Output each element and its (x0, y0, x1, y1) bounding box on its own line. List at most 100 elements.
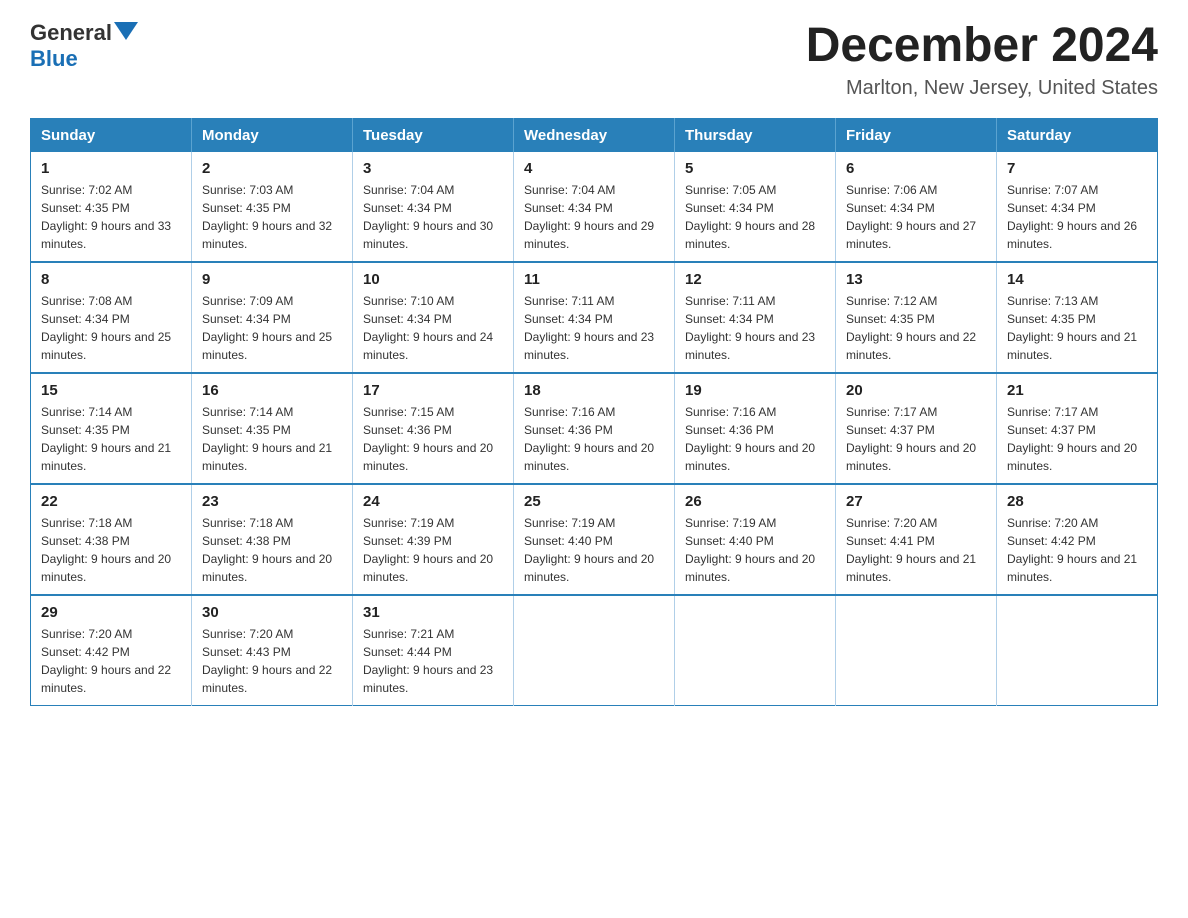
day-info: Sunrise: 7:02 AMSunset: 4:35 PMDaylight:… (41, 181, 181, 253)
weekday-header-row: SundayMondayTuesdayWednesdayThursdayFrid… (31, 118, 1158, 152)
day-number: 26 (685, 493, 825, 510)
day-info: Sunrise: 7:04 AMSunset: 4:34 PMDaylight:… (524, 181, 664, 253)
calendar-cell: 23Sunrise: 7:18 AMSunset: 4:38 PMDayligh… (192, 484, 353, 595)
day-info: Sunrise: 7:10 AMSunset: 4:34 PMDaylight:… (363, 292, 503, 364)
weekday-header-friday: Friday (836, 118, 997, 152)
page-header: General Blue December 2024 Marlton, New … (30, 20, 1158, 100)
day-info: Sunrise: 7:14 AMSunset: 4:35 PMDaylight:… (41, 403, 181, 475)
day-number: 27 (846, 493, 986, 510)
weekday-header-tuesday: Tuesday (353, 118, 514, 152)
calendar-cell: 31 Sunrise: 7:21 AMSunset: 4:44 PMDayligh… (353, 595, 514, 706)
day-info: Sunrise: 7:11 AMSunset: 4:34 PMDaylight:… (685, 292, 825, 364)
calendar-cell: 3 Sunrise: 7:04 AMSunset: 4:34 PMDaylight… (353, 152, 514, 262)
calendar-cell: 8Sunrise: 7:08 AMSunset: 4:34 PMDaylight… (31, 262, 192, 373)
calendar-cell: 2 Sunrise: 7:03 AMSunset: 4:35 PMDaylight… (192, 152, 353, 262)
day-info: Sunrise: 7:19 AMSunset: 4:40 PMDaylight:… (685, 514, 825, 586)
day-info: Sunrise: 7:11 AMSunset: 4:34 PMDaylight:… (524, 292, 664, 364)
day-number: 20 (846, 382, 986, 399)
day-number: 13 (846, 271, 986, 288)
day-number: 10 (363, 271, 503, 288)
logo-triangle-icon (114, 22, 138, 40)
day-number: 17 (363, 382, 503, 399)
calendar-table: SundayMondayTuesdayWednesdayThursdayFrid… (30, 118, 1158, 706)
day-info: Sunrise: 7:20 AMSunset: 4:41 PMDaylight:… (846, 514, 986, 586)
calendar-cell: 17Sunrise: 7:15 AMSunset: 4:36 PMDayligh… (353, 373, 514, 484)
day-info: Sunrise: 7:04 AMSunset: 4:34 PMDaylight:… (363, 181, 503, 253)
calendar-cell (675, 595, 836, 706)
weekday-header-thursday: Thursday (675, 118, 836, 152)
calendar-week-row: 8Sunrise: 7:08 AMSunset: 4:34 PMDaylight… (31, 262, 1158, 373)
calendar-cell: 7Sunrise: 7:07 AMSunset: 4:34 PMDaylight… (997, 152, 1158, 262)
calendar-cell: 9Sunrise: 7:09 AMSunset: 4:34 PMDaylight… (192, 262, 353, 373)
calendar-cell (997, 595, 1158, 706)
day-info: Sunrise: 7:20 AMSunset: 4:42 PMDaylight:… (41, 625, 181, 697)
day-number: 12 (685, 271, 825, 288)
day-number: 14 (1007, 271, 1147, 288)
day-number: 24 (363, 493, 503, 510)
calendar-cell: 4Sunrise: 7:04 AMSunset: 4:34 PMDaylight… (514, 152, 675, 262)
calendar-week-row: 1 Sunrise: 7:02 AMSunset: 4:35 PMDaylight… (31, 152, 1158, 262)
day-info: Sunrise: 7:21 AMSunset: 4:44 PMDaylight:… (363, 625, 503, 697)
day-info: Sunrise: 7:16 AMSunset: 4:36 PMDaylight:… (524, 403, 664, 475)
calendar-cell: 25 Sunrise: 7:19 AMSunset: 4:40 PMDayligh… (514, 484, 675, 595)
day-number: 16 (202, 382, 342, 399)
logo-text: General Blue (30, 20, 138, 72)
day-info: Sunrise: 7:19 AMSunset: 4:39 PMDaylight:… (363, 514, 503, 586)
day-number: 1 (41, 160, 181, 177)
weekday-header-wednesday: Wednesday (514, 118, 675, 152)
day-number: 28 (1007, 493, 1147, 510)
calendar-cell: 5 Sunrise: 7:05 AMSunset: 4:34 PMDaylight… (675, 152, 836, 262)
calendar-week-row: 15 Sunrise: 7:14 AMSunset: 4:35 PMDayligh… (31, 373, 1158, 484)
calendar-cell: 29Sunrise: 7:20 AMSunset: 4:42 PMDayligh… (31, 595, 192, 706)
day-number: 6 (846, 160, 986, 177)
month-title: December 2024 (806, 20, 1158, 73)
calendar-cell: 22 Sunrise: 7:18 AMSunset: 4:38 PMDayligh… (31, 484, 192, 595)
day-number: 15 (41, 382, 181, 399)
day-info: Sunrise: 7:08 AMSunset: 4:34 PMDaylight:… (41, 292, 181, 364)
day-info: Sunrise: 7:05 AMSunset: 4:34 PMDaylight:… (685, 181, 825, 253)
calendar-cell: 10 Sunrise: 7:10 AMSunset: 4:34 PMDayligh… (353, 262, 514, 373)
calendar-cell: 14Sunrise: 7:13 AMSunset: 4:35 PMDayligh… (997, 262, 1158, 373)
weekday-header-sunday: Sunday (31, 118, 192, 152)
logo-blue: Blue (30, 46, 78, 71)
calendar-cell: 13 Sunrise: 7:12 AMSunset: 4:35 PMDayligh… (836, 262, 997, 373)
day-info: Sunrise: 7:17 AMSunset: 4:37 PMDaylight:… (846, 403, 986, 475)
day-info: Sunrise: 7:07 AMSunset: 4:34 PMDaylight:… (1007, 181, 1147, 253)
day-number: 3 (363, 160, 503, 177)
day-info: Sunrise: 7:17 AMSunset: 4:37 PMDaylight:… (1007, 403, 1147, 475)
day-number: 31 (363, 604, 503, 621)
day-info: Sunrise: 7:18 AMSunset: 4:38 PMDaylight:… (41, 514, 181, 586)
logo: General Blue (30, 20, 138, 72)
calendar-cell: 1 Sunrise: 7:02 AMSunset: 4:35 PMDaylight… (31, 152, 192, 262)
calendar-cell: 30 Sunrise: 7:20 AMSunset: 4:43 PMDayligh… (192, 595, 353, 706)
day-info: Sunrise: 7:18 AMSunset: 4:38 PMDaylight:… (202, 514, 342, 586)
day-info: Sunrise: 7:12 AMSunset: 4:35 PMDaylight:… (846, 292, 986, 364)
calendar-cell (836, 595, 997, 706)
day-number: 2 (202, 160, 342, 177)
calendar-cell: 16Sunrise: 7:14 AMSunset: 4:35 PMDayligh… (192, 373, 353, 484)
day-number: 21 (1007, 382, 1147, 399)
calendar-cell: 26 Sunrise: 7:19 AMSunset: 4:40 PMDayligh… (675, 484, 836, 595)
calendar-cell: 20 Sunrise: 7:17 AMSunset: 4:37 PMDayligh… (836, 373, 997, 484)
day-info: Sunrise: 7:06 AMSunset: 4:34 PMDaylight:… (846, 181, 986, 253)
calendar-cell: 6 Sunrise: 7:06 AMSunset: 4:34 PMDaylight… (836, 152, 997, 262)
calendar-cell (514, 595, 675, 706)
calendar-cell: 28Sunrise: 7:20 AMSunset: 4:42 PMDayligh… (997, 484, 1158, 595)
day-number: 5 (685, 160, 825, 177)
calendar-cell: 24 Sunrise: 7:19 AMSunset: 4:39 PMDayligh… (353, 484, 514, 595)
day-number: 11 (524, 271, 664, 288)
day-info: Sunrise: 7:19 AMSunset: 4:40 PMDaylight:… (524, 514, 664, 586)
calendar-cell: 15 Sunrise: 7:14 AMSunset: 4:35 PMDayligh… (31, 373, 192, 484)
calendar-cell: 21 Sunrise: 7:17 AMSunset: 4:37 PMDayligh… (997, 373, 1158, 484)
day-number: 25 (524, 493, 664, 510)
day-info: Sunrise: 7:03 AMSunset: 4:35 PMDaylight:… (202, 181, 342, 253)
calendar-cell: 27 Sunrise: 7:20 AMSunset: 4:41 PMDayligh… (836, 484, 997, 595)
day-number: 22 (41, 493, 181, 510)
calendar-cell: 12 Sunrise: 7:11 AMSunset: 4:34 PMDayligh… (675, 262, 836, 373)
day-info: Sunrise: 7:20 AMSunset: 4:43 PMDaylight:… (202, 625, 342, 697)
logo-general: General (30, 20, 112, 45)
day-number: 30 (202, 604, 342, 621)
calendar-week-row: 22 Sunrise: 7:18 AMSunset: 4:38 PMDayligh… (31, 484, 1158, 595)
day-number: 19 (685, 382, 825, 399)
title-block: December 2024 Marlton, New Jersey, Unite… (806, 20, 1158, 100)
